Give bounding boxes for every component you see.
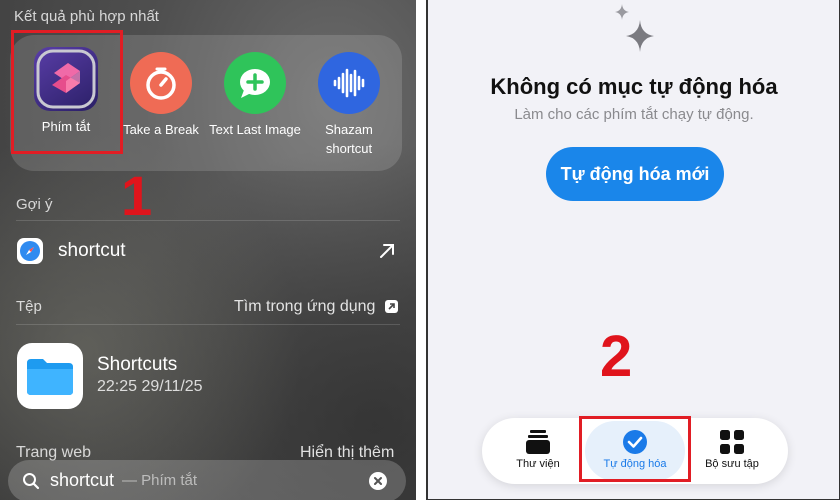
empty-state-title: Không có mục tự động hóa bbox=[490, 74, 778, 99]
tab-gallery[interactable]: Bộ sưu tập bbox=[688, 418, 776, 484]
app-take-a-break[interactable]: Take a Break bbox=[113, 52, 209, 139]
search-bar[interactable]: shortcut — Phím tắt bbox=[8, 460, 406, 500]
tab-label: Thư viện bbox=[516, 458, 560, 470]
file-row[interactable]: Shortcuts 22:25 29/11/25 bbox=[0, 334, 416, 414]
highlight-box-shortcuts bbox=[11, 30, 123, 154]
clear-search-icon[interactable] bbox=[369, 472, 387, 490]
empty-state-subtitle: Làm cho các phím tắt chạy tự động. bbox=[514, 106, 754, 123]
tab-label: Bộ sưu tập bbox=[705, 458, 759, 470]
arrow-up-right-icon bbox=[378, 242, 396, 265]
app-shazam-shortcut[interactable]: Shazam shortcut bbox=[301, 52, 397, 158]
step-number-1: 1 bbox=[121, 164, 153, 227]
waveform-icon bbox=[318, 52, 380, 114]
search-in-app-link[interactable]: Tìm trong ứng dụng bbox=[234, 298, 375, 316]
safari-icon bbox=[17, 238, 43, 264]
step-number-2: 2 bbox=[600, 324, 633, 389]
new-automation-button[interactable]: Tự động hóa mới bbox=[546, 147, 724, 201]
sparkle-icon bbox=[608, 0, 660, 61]
divider bbox=[16, 324, 400, 325]
app-text-last-image[interactable]: Text Last Image bbox=[207, 52, 303, 139]
open-in-app-icon bbox=[385, 300, 398, 318]
suggestions-title: Gợi ý bbox=[16, 196, 53, 213]
highlight-box-automation-tab bbox=[579, 416, 691, 482]
tab-library[interactable]: Thư viện bbox=[496, 418, 580, 484]
spotlight-panel: Kết quả phù hợp nhất Phím tắt Take a Bre… bbox=[0, 0, 416, 500]
file-meta: 22:25 29/11/25 bbox=[97, 378, 203, 395]
divider bbox=[16, 220, 400, 221]
suggestion-text: shortcut bbox=[58, 240, 126, 261]
search-icon bbox=[22, 472, 40, 495]
app-label: Take a Break bbox=[123, 122, 199, 137]
top-hits-title: Kết quả phù hợp nhất bbox=[14, 8, 159, 25]
timer-icon bbox=[130, 52, 192, 114]
grid-icon bbox=[720, 430, 744, 457]
search-hint: — Phím tắt bbox=[122, 472, 198, 489]
files-title: Tệp bbox=[16, 298, 42, 315]
app-label: Shazam shortcut bbox=[325, 122, 373, 156]
app-label: Text Last Image bbox=[209, 122, 301, 137]
library-icon bbox=[526, 429, 550, 458]
folder-icon bbox=[17, 343, 83, 409]
search-query: shortcut bbox=[50, 470, 115, 490]
file-name: Shortcuts bbox=[97, 354, 178, 375]
shortcuts-automation-panel: Không có mục tự động hóa Làm cho các phí… bbox=[426, 0, 840, 500]
suggestion-row[interactable]: shortcut bbox=[0, 226, 416, 276]
message-plus-icon bbox=[224, 52, 286, 114]
